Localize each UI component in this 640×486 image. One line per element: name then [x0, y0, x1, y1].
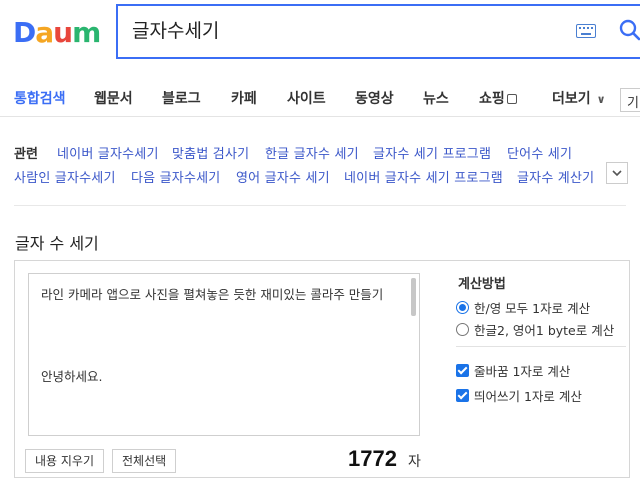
search-box: 글자수세기 [116, 4, 640, 59]
method-title: 계산방법 [458, 277, 506, 292]
logo-letter: m [72, 15, 101, 49]
logo-letter: a [35, 15, 54, 49]
chevron-down-icon: ∨ [596, 93, 606, 106]
search-icon[interactable] [618, 18, 640, 42]
tab-overflow-box[interactable]: 기 [620, 88, 640, 112]
checkbox-label: 줄바꿈 1자로 계산 [474, 364, 571, 379]
tab-more-label: 더보기 [552, 91, 591, 107]
related-link[interactable]: 글자수 세기 프로그램 [373, 143, 491, 162]
section-divider [14, 205, 626, 206]
logo-letter: u [53, 15, 73, 49]
keyboard-icon[interactable] [576, 24, 596, 38]
related-link[interactable]: 사람인 글자수세기 [14, 167, 116, 186]
tab-web-docs[interactable]: 웹문서 [94, 88, 133, 108]
chevron-down-icon [612, 170, 622, 177]
logo-letter: D [13, 15, 36, 49]
tabs-divider [0, 116, 640, 117]
radio-selected-icon[interactable] [456, 301, 469, 314]
tab-site[interactable]: 사이트 [287, 88, 326, 108]
related-link[interactable]: 영어 글자수 세기 [236, 167, 330, 186]
tab-video[interactable]: 동영상 [355, 88, 394, 108]
radio-label: 한/영 모두 1자로 계산 [474, 301, 591, 316]
related-label: 관련 [14, 147, 38, 162]
checkbox-option-space[interactable]: 띄어쓰기 1자로 계산 [456, 386, 582, 405]
char-count-unit: 자 [408, 454, 421, 470]
external-window-icon [506, 94, 517, 104]
related-link[interactable]: 단어수 세기 [507, 143, 572, 162]
text-line: 안녕하세요. [41, 369, 103, 384]
related-link[interactable]: 한글 글자수 세기 [265, 143, 359, 162]
clear-content-button[interactable]: 내용 지우기 [25, 449, 105, 473]
search-tabs: 통합검색 웹문서 블로그 카페 사이트 동영상 뉴스 쇼핑 더보기 ∨ [0, 76, 640, 118]
tab-blog[interactable]: 블로그 [162, 88, 201, 108]
options-divider [456, 346, 626, 347]
tab-integrated[interactable]: 통합검색 [14, 88, 66, 108]
tab-cafe[interactable]: 카페 [231, 88, 257, 108]
search-input[interactable]: 글자수세기 [132, 6, 219, 57]
char-count-value: 1772 [348, 446, 397, 471]
tab-shopping-label: 쇼핑 [479, 91, 505, 107]
select-all-button[interactable]: 전체선택 [112, 449, 177, 473]
radio-option-all-1char[interactable]: 한/영 모두 1자로 계산 [456, 298, 590, 317]
text-line: 라인 카메라 앱으로 사진을 펼쳐놓은 듯한 재미있는 콜라주 만들기 [41, 287, 384, 302]
related-link[interactable]: 다음 글자수세기 [131, 167, 220, 186]
related-link[interactable]: 네이버 글자수세기 [57, 143, 159, 162]
text-input-area[interactable]: 라인 카메라 앱으로 사진을 펼쳐놓은 듯한 재미있는 콜라주 만들기 안녕하세… [28, 273, 420, 436]
radio-label: 한글2, 영어1 byte로 계산 [474, 323, 615, 338]
daum-logo[interactable]: Daum [13, 14, 103, 50]
radio-option-byte[interactable]: 한글2, 영어1 byte로 계산 [456, 320, 614, 339]
checkbox-checked-icon[interactable] [456, 389, 469, 402]
widget-title: 글자 수 세기 [15, 234, 99, 253]
checkbox-label: 띄어쓰기 1자로 계산 [474, 389, 582, 404]
related-link[interactable]: 네이버 글자수 세기 프로그램 [344, 167, 503, 186]
checkbox-checked-icon[interactable] [456, 364, 469, 377]
char-counter-widget: 라인 카메라 앱으로 사진을 펼쳐놓은 듯한 재미있는 콜라주 만들기 안녕하세… [14, 260, 630, 478]
scrollbar-thumb[interactable] [411, 278, 416, 316]
related-expand-button[interactable] [606, 162, 628, 184]
tab-more[interactable]: 더보기 ∨ [552, 88, 606, 108]
radio-unselected-icon[interactable] [456, 323, 469, 336]
related-link[interactable]: 글자수 계산기 [517, 167, 594, 186]
tab-news[interactable]: 뉴스 [423, 88, 449, 108]
tab-shopping[interactable]: 쇼핑 [479, 88, 517, 108]
related-link[interactable]: 맞춤법 검사기 [172, 143, 249, 162]
checkbox-option-linebreak[interactable]: 줄바꿈 1자로 계산 [456, 361, 570, 380]
